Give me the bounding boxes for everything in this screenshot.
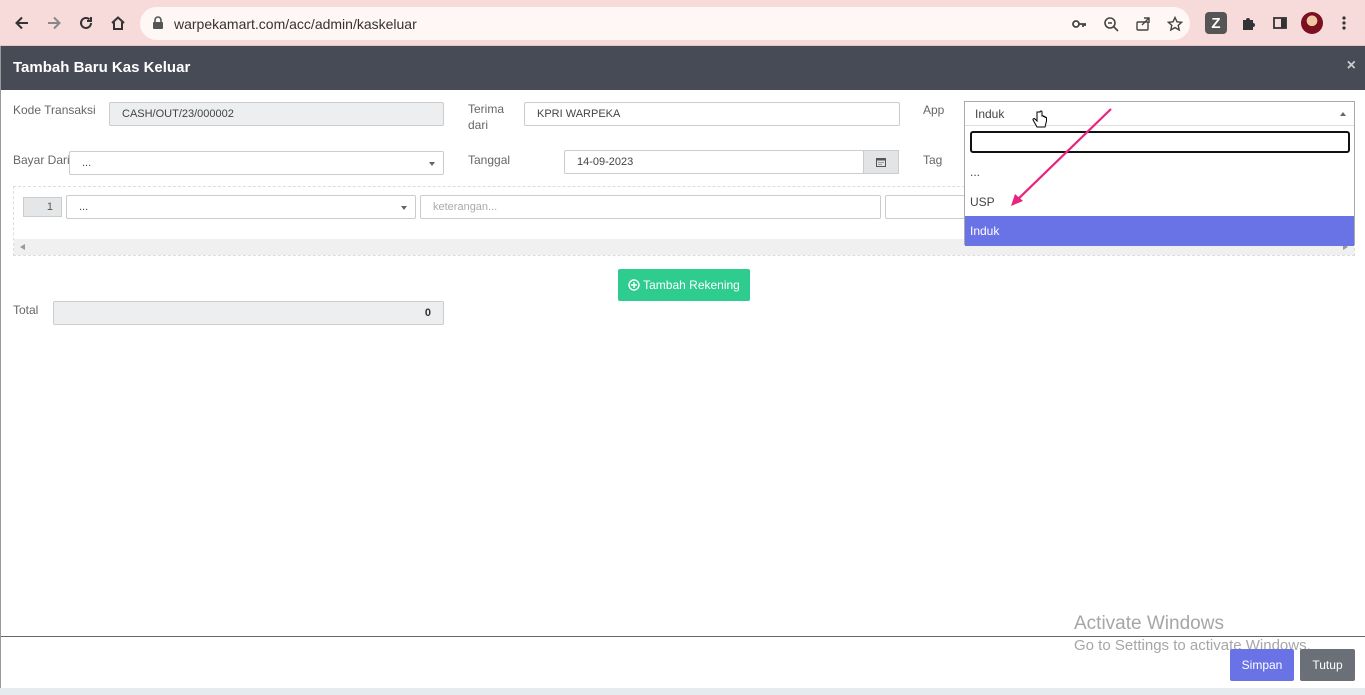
browser-toolbar: warpekamart.com/acc/admin/kaskeluar Z [0, 0, 1365, 46]
key-icon[interactable] [1070, 15, 1088, 33]
kode-transaksi-label: Kode Transaksi [13, 103, 96, 117]
forward-icon[interactable] [43, 12, 65, 34]
keterangan-input[interactable]: keterangan... [420, 195, 881, 219]
dropdown-option-highlighted[interactable]: Induk [965, 216, 1354, 246]
menu-icon[interactable] [1333, 12, 1355, 34]
tag-label: Tag [923, 153, 943, 167]
bayar-dari-select[interactable]: ... [69, 151, 444, 175]
share-icon[interactable] [1134, 15, 1152, 33]
simpan-button[interactable]: Simpan [1230, 649, 1294, 681]
terima-label-line1: Terima [468, 102, 505, 116]
hand-cursor-icon [1032, 110, 1047, 128]
app-label: App [923, 103, 945, 117]
address-bar[interactable]: warpekamart.com/acc/admin/kaskeluar [140, 7, 1190, 40]
tutup-button[interactable]: Tutup [1300, 649, 1355, 681]
modal-dialog: Tambah Baru Kas Keluar × Kode Transaksi … [0, 46, 1365, 695]
puzzle-icon[interactable] [1237, 12, 1259, 34]
home-icon[interactable] [107, 12, 129, 34]
lock-icon[interactable] [152, 16, 164, 33]
sidepanel-icon[interactable] [1269, 12, 1291, 34]
avatar[interactable] [1301, 12, 1323, 34]
amount-input[interactable] [885, 195, 965, 219]
row-number: 1 [23, 197, 62, 217]
tambah-rekening-button[interactable]: Tambah Rekening [618, 269, 750, 301]
terima-dari-field[interactable]: KPRI WARPEKA [524, 102, 900, 126]
account-select[interactable]: ... [66, 195, 416, 219]
caret-down-icon [429, 162, 435, 166]
reload-icon[interactable] [75, 12, 97, 34]
kode-transaksi-field: CASH/OUT/23/000002 [109, 102, 444, 126]
tambah-rekening-label: Tambah Rekening [643, 278, 740, 292]
z-extension-icon[interactable]: Z [1205, 12, 1227, 34]
zoom-icon[interactable] [1102, 15, 1120, 33]
bayar-dari-label: Bayar Dari [13, 153, 70, 167]
back-icon[interactable] [11, 12, 33, 34]
terima-dari-label: Terima dari [468, 101, 504, 133]
terima-label-line2: dari [468, 118, 489, 132]
calendar-icon[interactable] [863, 150, 899, 174]
close-icon[interactable]: × [1347, 57, 1356, 75]
bayar-dari-value: ... [82, 157, 92, 169]
plus-circle-icon [628, 279, 640, 291]
caret-up-icon [1340, 112, 1346, 116]
annotation-arrow-icon [1011, 108, 1112, 206]
modal-title: Tambah Baru Kas Keluar [13, 59, 191, 76]
account-select-value: ... [79, 201, 89, 213]
url-text[interactable]: warpekamart.com/acc/admin/kaskeluar [174, 16, 417, 32]
caret-down-icon [401, 206, 407, 210]
tanggal-label: Tanggal [468, 153, 511, 167]
windows-watermark-title: Activate Windows [1074, 613, 1224, 634]
footer-divider [1, 636, 1365, 637]
modal-header: Tambah Baru Kas Keluar × [1, 46, 1365, 90]
total-field: 0 [53, 301, 444, 325]
total-label: Total [13, 303, 39, 317]
taskbar-strip [0, 688, 1365, 695]
app-selected-value: Induk [975, 107, 1005, 121]
scroll-left-icon[interactable] [20, 244, 25, 250]
tanggal-field[interactable]: 14-09-2023 [564, 150, 864, 174]
star-icon[interactable] [1166, 15, 1184, 33]
